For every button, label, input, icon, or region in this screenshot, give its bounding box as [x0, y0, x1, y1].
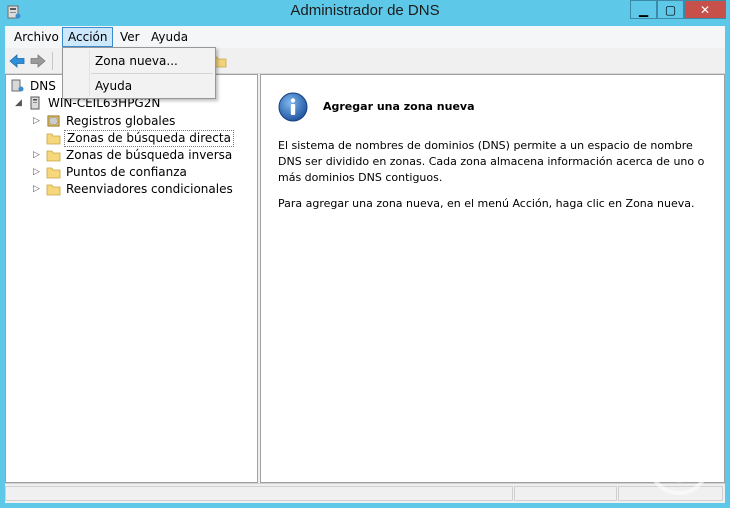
- global-records-icon: [47, 115, 60, 127]
- status-cell: [5, 486, 513, 501]
- tree-item-label: Puntos de confianza: [66, 165, 187, 179]
- title-bar[interactable]: Administrador de DNS ▁ ▢ ✕: [0, 0, 730, 26]
- expand-arrow-icon[interactable]: ▷: [32, 164, 41, 181]
- minimize-button[interactable]: ▁: [630, 0, 657, 19]
- tree-item-label: Zonas de búsqueda inversa: [66, 148, 233, 162]
- menu-accion[interactable]: Acción: [62, 27, 114, 47]
- info-icon: [278, 92, 308, 122]
- close-button[interactable]: ✕: [684, 0, 726, 19]
- tree-root-label: DNS: [30, 79, 56, 93]
- server-icon: [30, 96, 40, 110]
- expand-arrow-icon[interactable]: ▷: [32, 113, 41, 130]
- expand-arrow-icon[interactable]: ▷: [32, 181, 41, 198]
- tree-item-label: Reenviadores condicionales: [66, 182, 233, 196]
- toolbar-separator: [52, 52, 53, 70]
- folder-icon: [46, 184, 61, 196]
- maximize-button[interactable]: ▢: [657, 0, 684, 19]
- collapse-arrow-icon[interactable]: ◢: [14, 95, 23, 112]
- detail-paragraph: Para agregar una zona nueva, en el menú …: [278, 197, 695, 210]
- forward-arrow-icon[interactable]: [29, 52, 47, 70]
- detail-paragraph: El sistema de nombres de dominios (DNS) …: [278, 139, 705, 184]
- status-bar: [5, 483, 725, 503]
- expand-arrow-icon[interactable]: ▷: [32, 147, 41, 164]
- folder-icon: [46, 167, 61, 179]
- back-arrow-icon[interactable]: [8, 52, 26, 70]
- tree-item-label: Zonas de búsqueda directa: [64, 130, 234, 147]
- window-title: Administrador de DNS: [290, 2, 440, 19]
- menu-item-ayuda[interactable]: Ayuda: [64, 76, 214, 96]
- menu-bar: Archivo Acción Ver Ayuda: [5, 26, 725, 48]
- menu-item-zona-nueva[interactable]: Zona nueva...: [64, 51, 214, 71]
- menu-ver[interactable]: Ver: [115, 27, 145, 47]
- folder-icon: [46, 150, 61, 162]
- folder-icon: [46, 133, 61, 145]
- tree-pane: DNS ◢ WIN-CEIL63HPG2N ▷ Registros global…: [5, 74, 258, 483]
- tree-item-label: Registros globales: [66, 114, 176, 128]
- detail-title: Agregar una zona nueva: [323, 100, 475, 113]
- status-cell: [514, 486, 617, 501]
- menu-separator: [91, 73, 213, 74]
- app-window: Administrador de DNS ▁ ▢ ✕ Archivo Acció…: [0, 0, 730, 508]
- dns-icon: [11, 79, 24, 92]
- watermark-logo-icon: [648, 433, 710, 495]
- accion-dropdown-menu: Zona nueva... Ayuda: [62, 47, 216, 99]
- client-area: Archivo Acción Ver Ayuda DNS ◢ WIN-CEIL6…: [5, 26, 725, 503]
- menu-archivo[interactable]: Archivo: [9, 27, 64, 47]
- menu-ayuda[interactable]: Ayuda: [146, 27, 193, 47]
- detail-pane: Agregar una zona nueva El sistema de nom…: [260, 74, 725, 483]
